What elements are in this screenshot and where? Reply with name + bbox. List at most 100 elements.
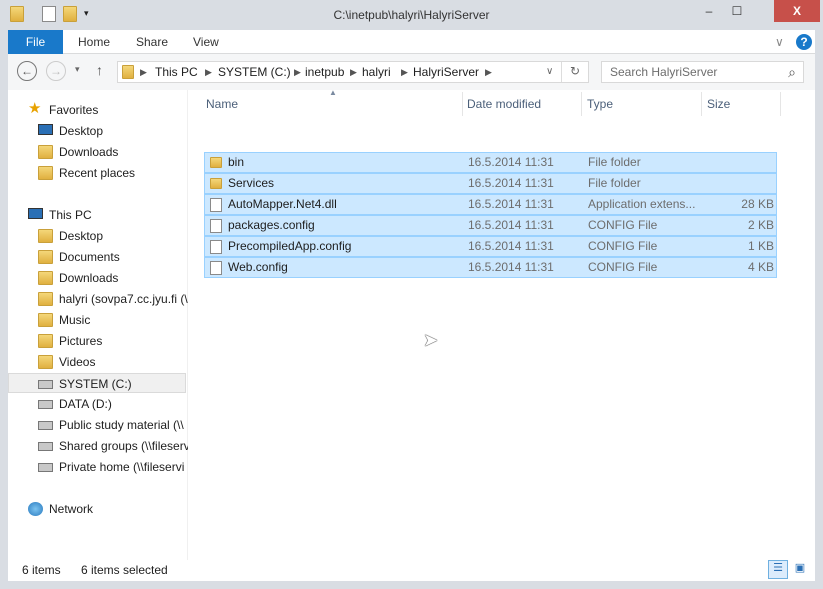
item-count: 6 items	[22, 563, 61, 577]
breadcrumb-this-pc[interactable]: This PC	[155, 65, 198, 79]
large-icons-view-button[interactable]: ▣	[791, 561, 809, 578]
recent-locations-button[interactable]: ▾	[75, 64, 80, 75]
file-size: 2 KB	[747, 218, 774, 232]
nav-item-desktop[interactable]: Desktop	[38, 121, 188, 141]
file-row[interactable]: Web.config 16.5.2014 11:31 CONFIG File 4 KB	[204, 257, 777, 278]
breadcrumb-separator: ▶	[294, 67, 301, 77]
breadcrumb-separator: ▶	[205, 67, 212, 77]
file-row[interactable]: Services 16.5.2014 11:31 File folder	[204, 173, 777, 194]
file-type: File folder	[588, 176, 641, 190]
breadcrumb-separator: ▶	[140, 67, 147, 77]
address-bar[interactable]: ▶ This PC ▶ SYSTEM (C:) ▶ inetpub ▶ haly…	[117, 61, 589, 83]
nav-item-public-study-material[interactable]: Public study material (\\	[38, 415, 188, 435]
file-row[interactable]: AutoMapper.Net4.dll 16.5.2014 11:31 Applic…	[204, 194, 777, 215]
tab-home[interactable]: Home	[64, 30, 124, 54]
breadcrumb-halyriserver[interactable]: HalyriServer	[413, 65, 479, 79]
file-date: 16.5.2014 11:31	[468, 260, 554, 274]
file-date: 16.5.2014 11:31	[468, 155, 554, 169]
selected-count: 6 items selected	[81, 563, 168, 577]
nav-item-desktop[interactable]: Desktop	[38, 226, 188, 246]
nav-item-pictures[interactable]: Pictures	[38, 331, 188, 351]
refresh-button[interactable]: ↻	[561, 62, 580, 82]
navigation-pane: ★ Favorites Desktop Downloads Recent place…	[8, 90, 188, 560]
breadcrumb-separator: ▶	[401, 67, 408, 77]
minimize-button[interactable]: –	[696, 0, 722, 22]
breadcrumb-system-c[interactable]: SYSTEM (C:)	[218, 65, 291, 79]
folder-icon	[38, 334, 53, 348]
tab-file[interactable]: File	[8, 30, 63, 54]
nav-this-pc[interactable]: This PC	[28, 205, 188, 225]
close-button[interactable]: X	[774, 0, 820, 22]
recent-places-icon	[38, 166, 53, 180]
file-row[interactable]: packages.config 16.5.2014 11:31 CONFIG Fil…	[204, 215, 777, 236]
column-divider[interactable]	[581, 92, 582, 116]
tab-share[interactable]: Share	[122, 30, 182, 54]
nav-item-music[interactable]: Music	[38, 310, 188, 330]
file-size: 1 KB	[747, 239, 774, 253]
column-divider[interactable]	[780, 92, 781, 116]
mouse-cursor: ➤	[423, 330, 439, 350]
search-input[interactable]: Search HalyriServer ⌕	[601, 61, 804, 83]
nav-network[interactable]: Network	[28, 499, 188, 519]
star-icon: ★	[28, 100, 42, 117]
folder-icon	[38, 271, 53, 285]
folder-icon	[38, 229, 53, 243]
file-name: AutoMapper.Net4.dll	[228, 197, 337, 211]
drive-icon	[38, 380, 53, 389]
search-icon[interactable]: ⌕	[788, 64, 796, 81]
nav-favorites[interactable]: ★ Favorites	[28, 100, 188, 120]
up-button[interactable]: ↑	[96, 62, 103, 78]
nav-item-system-c[interactable]: SYSTEM (C:)	[8, 373, 186, 393]
file-list: ▲ Name Date modified Type Size bin 16.5.2…	[194, 88, 814, 560]
help-icon[interactable]: ?	[796, 34, 812, 50]
details-view-button[interactable]: ☰	[768, 560, 788, 579]
file-row[interactable]: bin 16.5.2014 11:31 File folder	[204, 152, 777, 173]
drive-icon	[38, 400, 53, 409]
nav-item-documents[interactable]: Documents	[38, 247, 188, 267]
file-name: packages.config	[228, 218, 315, 232]
file-size: 4 KB	[747, 260, 774, 274]
computer-icon	[28, 208, 43, 219]
folder-icon	[122, 65, 134, 79]
nav-item-data-d[interactable]: DATA (D:)	[38, 394, 188, 414]
forward-button[interactable]: →	[46, 61, 66, 81]
nav-item-shared-groups-fileserv[interactable]: Shared groups (\\fileserv	[38, 436, 188, 456]
expand-ribbon-icon[interactable]: ∨	[775, 35, 784, 49]
file-name: bin	[228, 155, 245, 169]
folder-icon	[210, 178, 222, 189]
file-type: CONFIG File	[588, 260, 658, 274]
column-header-date[interactable]: Date modified	[467, 97, 541, 111]
file-icon	[210, 240, 222, 254]
column-divider[interactable]	[701, 92, 702, 116]
maximize-button[interactable]: ☐	[724, 0, 750, 22]
column-header-size[interactable]: Size	[707, 97, 730, 111]
status-bar: 6 items 6 items selected ☰ ▣	[8, 560, 815, 581]
search-placeholder: Search HalyriServer	[610, 65, 718, 79]
file-type: CONFIG File	[588, 239, 658, 253]
network-drive-icon	[38, 463, 53, 472]
column-header-name[interactable]: Name	[206, 97, 238, 111]
tab-view[interactable]: View	[179, 30, 233, 54]
file-name: Web.config	[228, 260, 288, 274]
file-icon	[210, 219, 222, 233]
back-button[interactable]: ←	[17, 61, 37, 81]
file-name: Services	[228, 176, 275, 190]
downloads-icon	[38, 145, 53, 159]
file-date: 16.5.2014 11:31	[468, 197, 554, 211]
address-dropdown-button[interactable]: ∨	[546, 66, 553, 77]
nav-item-private-home-fileservi[interactable]: Private home (\\fileservi	[38, 457, 188, 477]
sort-ascending-icon: ▲	[329, 88, 337, 97]
nav-item-downloads[interactable]: Downloads	[38, 142, 188, 162]
breadcrumb-halyri[interactable]: halyri	[362, 65, 391, 79]
nav-item-videos[interactable]: Videos	[38, 352, 188, 372]
file-row[interactable]: PrecompiledApp.config 16.5.2014 11:31 CONF…	[204, 236, 777, 257]
nav-item-recent-places[interactable]: Recent places	[38, 163, 188, 183]
column-divider[interactable]	[462, 92, 463, 116]
nav-item-downloads[interactable]: Downloads	[38, 268, 188, 288]
folder-icon	[38, 250, 53, 264]
nav-item-halyri-sovpa7-cc-jyu-fi[interactable]: halyri (sovpa7.cc.jyu.fi (\	[38, 289, 188, 309]
folder-icon	[38, 355, 53, 369]
column-header-type[interactable]: Type	[587, 97, 613, 111]
folder-icon	[38, 292, 53, 306]
breadcrumb-inetpub[interactable]: inetpub	[305, 65, 344, 79]
